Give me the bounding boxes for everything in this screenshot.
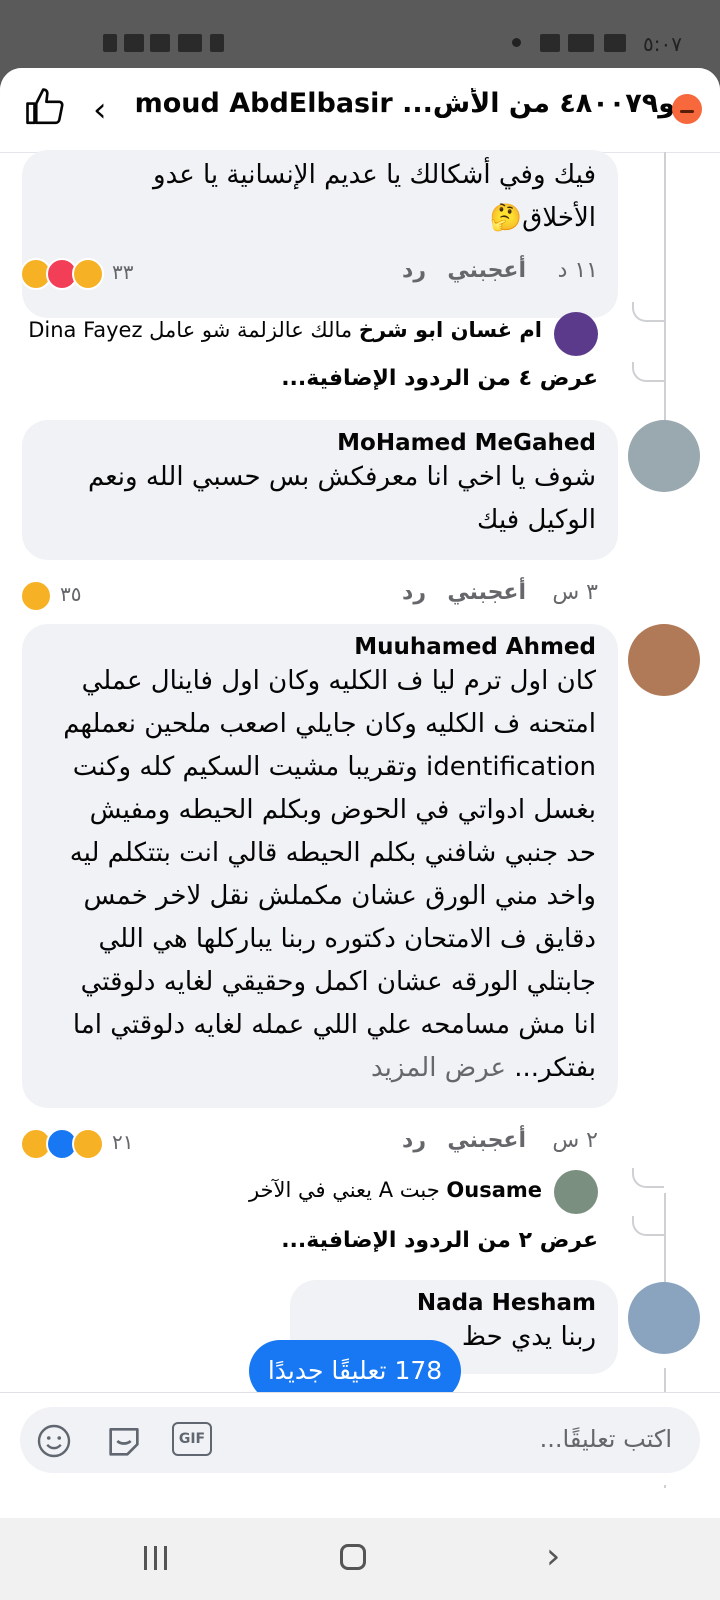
- clock: ٥:٠٧: [643, 32, 682, 56]
- comment-time: ٢ س: [552, 1128, 598, 1153]
- reaction-count: ٣٥: [60, 582, 82, 606]
- comment-input[interactable]: GIF اكتب تعليقًا...: [20, 1407, 700, 1473]
- comment-placeholder: اكتب تعليقًا...: [539, 1425, 672, 1453]
- haha-reaction-icon: [20, 580, 52, 612]
- reply-link[interactable]: رد: [402, 580, 426, 605]
- avatar[interactable]: [554, 1170, 598, 1214]
- wifi-icon: [178, 34, 202, 52]
- angry-reaction-icon: [672, 94, 702, 124]
- reaction-summary[interactable]: ٣٣: [20, 258, 144, 290]
- status-bar: ٥:٠٧: [0, 0, 720, 68]
- reaction-summary[interactable]: ٢١: [20, 1128, 144, 1160]
- reply-text: مالك عالزلمة شو عامل Dina Fayez: [28, 318, 353, 342]
- see-more-link[interactable]: عرض المزيد: [371, 1053, 506, 1083]
- like-link[interactable]: أعجبني: [447, 258, 526, 283]
- smiley-icon[interactable]: [36, 1423, 72, 1459]
- bluetooth-icon: [210, 34, 224, 52]
- like-link[interactable]: أعجبني: [447, 580, 526, 605]
- thread-connector: [632, 302, 664, 322]
- comment-bubble[interactable]: فيك وفي أشكالك يا عديم الإنسانية يا عدو …: [22, 150, 618, 318]
- view-more-replies[interactable]: عرض ٤ من الردود الإضافية...: [200, 366, 598, 391]
- like-link[interactable]: أعجبني: [447, 1128, 526, 1153]
- avatar[interactable]: [628, 624, 700, 696]
- thread-connector: [632, 1216, 664, 1236]
- sim-icon: [103, 34, 117, 52]
- comment-bubble[interactable]: MoHamed MeGahed شوف يا اخي انا معرفكش بس…: [22, 420, 618, 560]
- reaction-summary[interactable]: ٣٥: [20, 580, 100, 612]
- facebook-icon: [540, 34, 560, 52]
- image-icon: [604, 34, 626, 52]
- sticker-icon[interactable]: [104, 1421, 144, 1461]
- comment-time: ٣ س: [552, 580, 598, 605]
- signal-icon: [150, 34, 170, 52]
- comment-time: ١١ د: [557, 258, 598, 283]
- sad-reaction-icon: [72, 1128, 104, 1160]
- comment-text: شوف يا اخي انا معرفكش بس حسبي الله ونعم …: [87, 462, 596, 535]
- reply-text: جبت A يعني في الآخر: [248, 1178, 440, 1202]
- view-more-replies[interactable]: عرض ٢ من الردود الإضافية...: [200, 1228, 598, 1253]
- reply-link[interactable]: رد: [402, 258, 426, 283]
- comment-body: كان اول ترم ليا ف الكليه وكان اول فاينال…: [63, 666, 596, 1083]
- reply-link[interactable]: رد: [402, 1128, 426, 1153]
- reply-preview[interactable]: ام غسان ابو شرخ مالك عالزلمة شو عامل Din…: [28, 318, 542, 342]
- dot-icon: [512, 38, 521, 47]
- comment-author[interactable]: Muuhamed Ahmed: [44, 634, 596, 660]
- reply-preview[interactable]: Ousame جبت A يعني في الآخر: [200, 1178, 542, 1202]
- laptop-icon: [568, 34, 594, 52]
- comment-actions: ٢ س أعجبني رد: [380, 1128, 598, 1162]
- thumbs-up-icon[interactable]: [24, 86, 66, 128]
- thread-connector: [632, 362, 664, 382]
- comment-actions: ٣ س أعجبني رد: [380, 580, 598, 614]
- thread-connector: [632, 1168, 664, 1188]
- page-title: و٤٨٠٠٧٩ من الأش... Mahmoud AbdElbasir: [135, 88, 675, 119]
- chevron-left-icon[interactable]: ‹: [93, 90, 107, 130]
- reaction-count: ٢١: [112, 1130, 134, 1154]
- avatar[interactable]: [628, 420, 700, 492]
- comment-bubble[interactable]: Muuhamed Ahmed كان اول ترم ليا ف الكليه …: [22, 624, 618, 1108]
- comment-text: فيك وفي أشكالك يا عديم الإنسانية يا عدو …: [153, 160, 596, 233]
- gif-button[interactable]: GIF: [172, 1422, 212, 1456]
- sheet-header: ‹ و٤٨٠٠٧٩ من الأش... Mahmoud AbdElbasir: [0, 68, 720, 153]
- avatar[interactable]: [554, 312, 598, 356]
- home-icon[interactable]: [340, 1544, 366, 1570]
- comment-text: كان اول ترم ليا ف الكليه وكان اول فاينال…: [44, 660, 596, 1090]
- haha-reaction-icon: [72, 258, 104, 290]
- back-nav-icon[interactable]: ›: [546, 1536, 560, 1577]
- comment-composer: GIF اكتب تعليقًا...: [0, 1392, 720, 1485]
- recent-apps-icon[interactable]: [144, 1546, 168, 1570]
- comment-actions: ١١ د أعجبني رد: [380, 258, 598, 292]
- reply-author[interactable]: ام غسان ابو شرخ: [359, 318, 542, 342]
- comment-author[interactable]: MoHamed MeGahed: [44, 430, 596, 456]
- comment-author[interactable]: Nada Hesham: [312, 1290, 596, 1316]
- signal-icon: [124, 34, 144, 52]
- reply-author[interactable]: Ousame: [446, 1178, 542, 1202]
- avatar[interactable]: [628, 1282, 700, 1354]
- reaction-count: ٣٣: [112, 260, 134, 284]
- comments-sheet: ‹ و٤٨٠٠٧٩ من الأش... Mahmoud AbdElbasir …: [0, 68, 720, 1600]
- system-nav-bar: ›: [0, 1518, 720, 1600]
